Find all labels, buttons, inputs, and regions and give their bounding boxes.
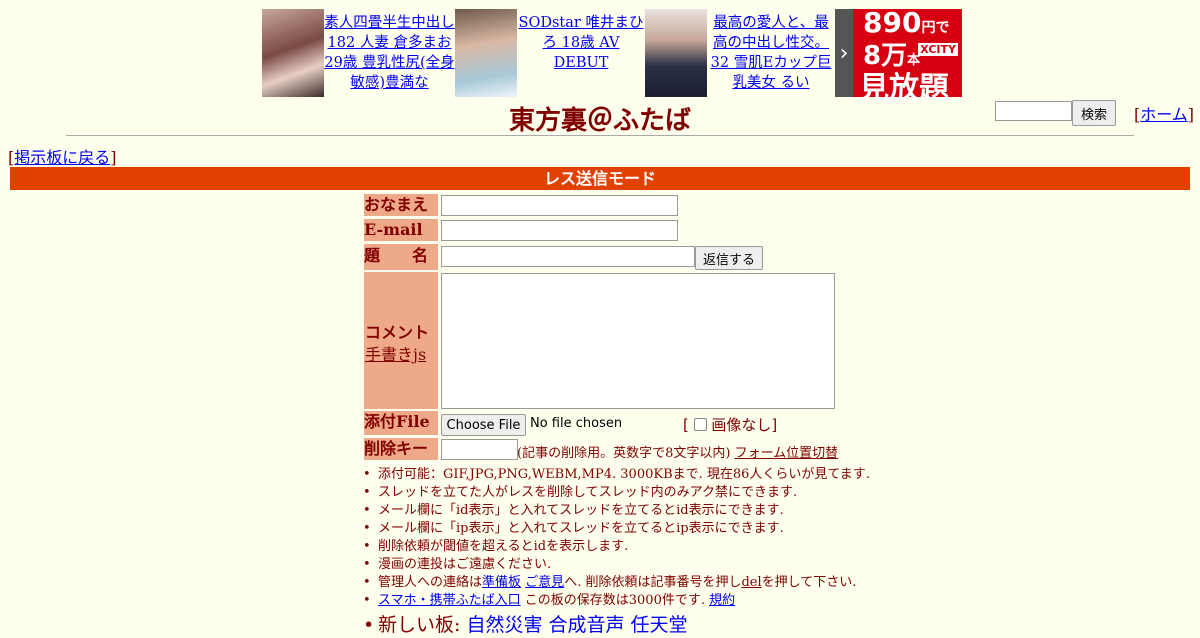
note-admin-post: を押して下さい. xyxy=(761,575,857,590)
subject-input[interactable] xyxy=(441,246,695,267)
home-link-wrapper: [ホーム] xyxy=(1134,105,1195,124)
name-input[interactable] xyxy=(441,195,678,216)
ad-link-1[interactable]: 素人四畳半生中出し182 人妻 倉多まお 29歳 豊乳性尻(全身敏感)豊満な xyxy=(324,15,455,91)
header-divider xyxy=(66,135,1134,136)
banner-price-unit: 円で xyxy=(921,20,950,36)
note-item: 削除依頼が閾値を超えるとidを表示します. xyxy=(363,538,870,556)
ad-item-3[interactable]: 最高の愛人と、最高の中出し性交。 32 雪肌Eカップ巨乳美女 るい xyxy=(645,9,835,97)
ad-item-2[interactable]: SODstar 唯井まひろ 18歳 AV DEBUT xyxy=(455,9,645,97)
search-button[interactable]: 検索 xyxy=(1072,100,1116,126)
email-input[interactable] xyxy=(441,220,678,241)
no-image-wrapper: [ 画像なし] xyxy=(683,416,778,434)
email-label: E-mail xyxy=(364,219,438,241)
new-boards-label: 新しい板: xyxy=(378,614,467,636)
note-mobile-text: この板の保存数は3000件です. xyxy=(520,593,710,608)
ad-thumbnail-1[interactable] xyxy=(262,9,324,97)
junbi-board-link[interactable]: 準備板 xyxy=(482,575,521,590)
note-new-boards: 新しい板: 自然災害 合成音声 任天堂 xyxy=(363,612,870,638)
submit-reply-button[interactable]: 返信する xyxy=(695,246,763,270)
back-link-wrapper: [掲示板に戻る] xyxy=(8,148,117,167)
new-boards-links[interactable]: 自然災害 合成音声 任天堂 xyxy=(466,614,687,636)
note-item: メール欄に「id表示」と入れてスレッドを立てるとid表示にできます. xyxy=(363,502,870,520)
no-image-label: 画像なし xyxy=(711,416,772,434)
home-link[interactable]: ホーム xyxy=(1140,105,1188,124)
delete-key-note: (記事の削除用。英数字で8文字以内) xyxy=(517,446,731,461)
comment-label: コメント xyxy=(365,323,430,342)
back-to-board-link[interactable]: 掲示板に戻る xyxy=(14,148,110,167)
ad-link-3[interactable]: 最高の愛人と、最高の中出し性交。 32 雪肌Eカップ巨乳美女 るい xyxy=(711,15,832,91)
ad-thumbnail-2[interactable] xyxy=(455,9,517,97)
note-item: 添付可能：GIF,JPG,PNG,WEBM,MP4. 3000KBまで. 現在8… xyxy=(363,466,870,484)
note-item: スレッドを立てた人がレスを削除してスレッド内のみアク禁にできます. xyxy=(363,484,870,502)
ad-thumbnail-3[interactable] xyxy=(645,9,707,97)
delete-key-note-wrapper: (記事の削除用。英数字で8文字以内) フォーム位置切替 xyxy=(517,442,838,461)
comment-label-cell: コメント 手書きjs xyxy=(364,272,438,409)
search-input[interactable] xyxy=(995,101,1072,121)
note-admin-pre: 管理人への連絡は xyxy=(378,575,483,590)
no-image-checkbox[interactable] xyxy=(693,418,707,431)
note-admin-mid: へ. 削除依頼は記事番号を押し xyxy=(564,575,742,590)
banner-brand: XCITY xyxy=(918,43,958,56)
form-position-toggle-link[interactable]: フォーム位置切替 xyxy=(735,446,839,461)
subject-label: 題 名 xyxy=(364,244,438,270)
choose-file-button[interactable]: Choose File xyxy=(441,414,526,436)
chevron-right-icon[interactable]: › xyxy=(835,9,853,97)
handwriting-link[interactable]: 手書きjs xyxy=(365,341,426,365)
file-label: 添付File xyxy=(364,411,438,435)
name-label: おなまえ xyxy=(364,194,438,216)
note-admin: 管理人への連絡は準備板 ご意見へ. 削除依頼は記事番号を押しdelを押して下さい… xyxy=(363,574,870,592)
note-item: メール欄に「ip表示」と入れてスレッドを立てるとip表示にできます. xyxy=(363,520,870,538)
del-link[interactable]: del xyxy=(741,575,761,590)
mobile-entrance-link[interactable]: スマホ・携帯ふたば入口 xyxy=(378,593,521,608)
ad-link-2[interactable]: SODstar 唯井まひろ 18歳 AV DEBUT xyxy=(519,15,644,71)
delete-key-label: 削除キー xyxy=(364,438,438,460)
ad-bar: 素人四畳半生中出し182 人妻 倉多まお 29歳 豊乳性尻(全身敏感)豊満な S… xyxy=(262,6,962,106)
delete-key-input[interactable] xyxy=(441,439,518,460)
note-mobile: スマホ・携帯ふたば入口 この板の保存数は3000件です. 規約 xyxy=(363,592,870,610)
note-item: 漫画の連投はご遠慮ください. xyxy=(363,556,870,574)
comment-textarea[interactable] xyxy=(441,273,835,409)
rules-link[interactable]: 規約 xyxy=(709,593,735,608)
file-status: No file chosen xyxy=(530,416,623,431)
feedback-link[interactable]: ご意見 xyxy=(525,575,564,590)
reply-mode-bar: レス送信モード xyxy=(10,167,1190,190)
xcity-banner[interactable]: › 890円で 8万本 XCITY 見放題 xyxy=(835,6,962,106)
ad-item-1[interactable]: 素人四畳半生中出し182 人妻 倉多まお 29歳 豊乳性尻(全身敏感)豊満な xyxy=(262,9,455,97)
board-notes: 添付可能：GIF,JPG,PNG,WEBM,MP4. 3000KBまで. 現在8… xyxy=(363,466,870,638)
